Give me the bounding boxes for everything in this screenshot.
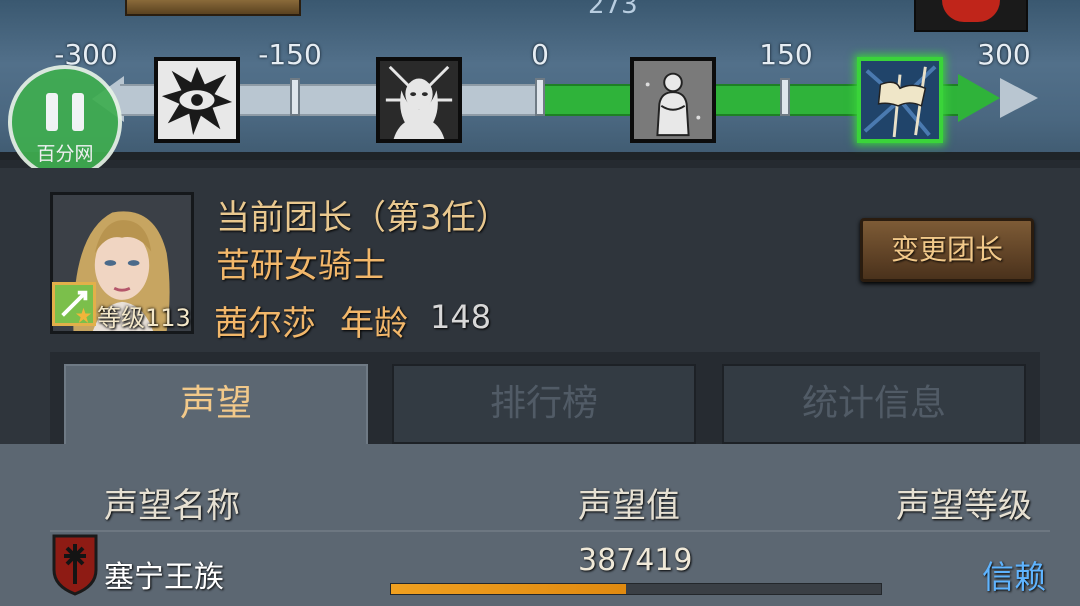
top-right-icon[interactable] bbox=[914, 0, 1028, 32]
tab-statistics[interactable]: 统计信息 bbox=[722, 364, 1026, 444]
faction-name: 塞宁王族 bbox=[104, 560, 224, 595]
leader-class: 苦研女骑士 bbox=[216, 246, 386, 286]
tick-label: -150 bbox=[258, 38, 322, 71]
leader-level: 等级113 bbox=[97, 304, 191, 332]
statue-stage-icon[interactable] bbox=[630, 57, 716, 143]
header-reputation-level: 声望等级 bbox=[896, 486, 1032, 526]
banner-stage-icon[interactable] bbox=[857, 57, 943, 143]
header-reputation-name: 声望名称 bbox=[104, 486, 240, 526]
pause-caption: 百分网 bbox=[36, 143, 94, 165]
faction-value: 387419 bbox=[578, 543, 693, 578]
row-divider bbox=[50, 530, 1050, 532]
header-reputation-value: 声望值 bbox=[578, 486, 680, 526]
despair-stage-icon[interactable] bbox=[376, 57, 462, 143]
track-right-arrow bbox=[1000, 78, 1038, 118]
change-leader-button[interactable]: 变更团长 bbox=[860, 218, 1034, 282]
leader-name: 茜尔莎 bbox=[214, 304, 316, 344]
tick-marker bbox=[535, 78, 545, 116]
pause-button[interactable]: 百分网 bbox=[8, 65, 122, 179]
tick-marker bbox=[780, 78, 790, 116]
faction-shield-icon bbox=[52, 534, 98, 596]
leader-title: 当前团长（第3任） bbox=[216, 198, 510, 238]
tab-reputation[interactable]: 声望 bbox=[64, 364, 368, 444]
tick-marker bbox=[290, 78, 300, 116]
top-left-button[interactable] bbox=[125, 0, 301, 16]
faction-level: 信赖 bbox=[982, 558, 1047, 596]
tick-label: 150 bbox=[759, 38, 813, 71]
tab-ranking[interactable]: 排行榜 bbox=[392, 364, 696, 444]
tick-label: 0 bbox=[531, 38, 549, 71]
faction-progress-fill bbox=[391, 584, 627, 594]
top-value-text: 273 bbox=[588, 0, 638, 20]
pause-icon bbox=[46, 93, 86, 131]
faction-progress-bar bbox=[390, 583, 882, 595]
tick-label: 300 bbox=[977, 38, 1031, 71]
leader-age-value: 148 bbox=[430, 298, 492, 336]
class-badge-icon bbox=[52, 282, 96, 326]
eye-stage-icon[interactable] bbox=[154, 57, 240, 143]
track-progress-arrow bbox=[958, 74, 1000, 122]
leader-age-label: 年龄 bbox=[340, 304, 408, 344]
